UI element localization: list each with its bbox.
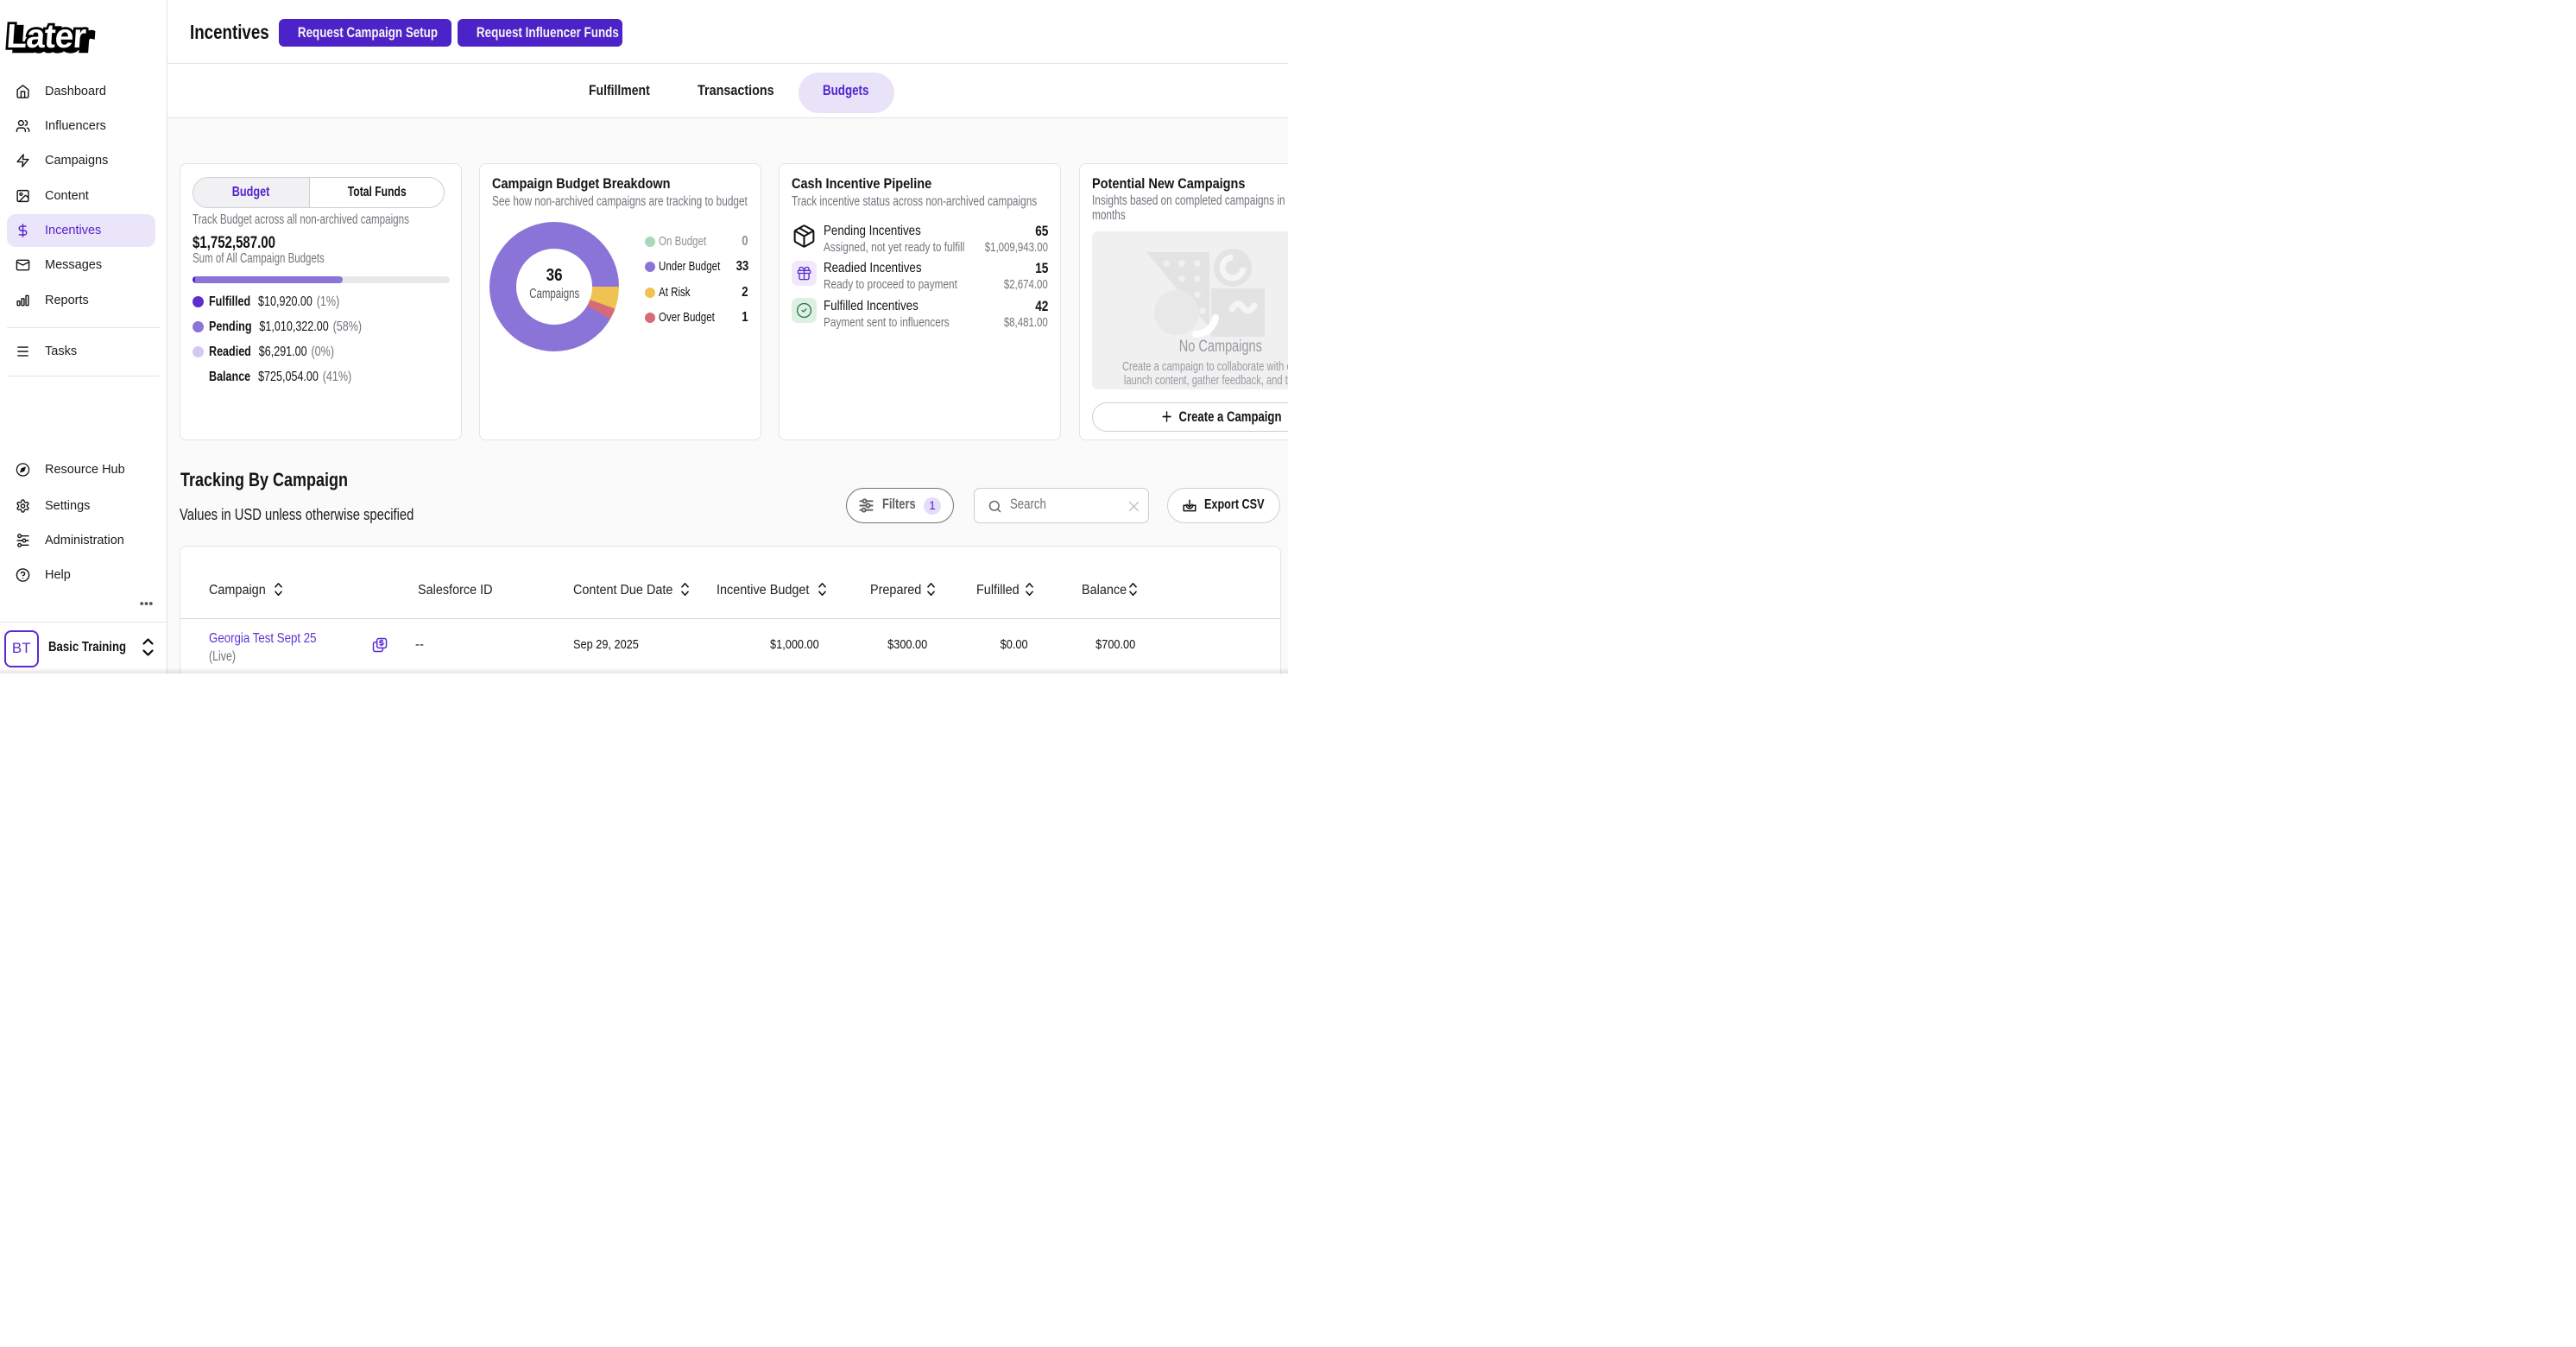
svg-text:Later: Later (5, 20, 87, 55)
